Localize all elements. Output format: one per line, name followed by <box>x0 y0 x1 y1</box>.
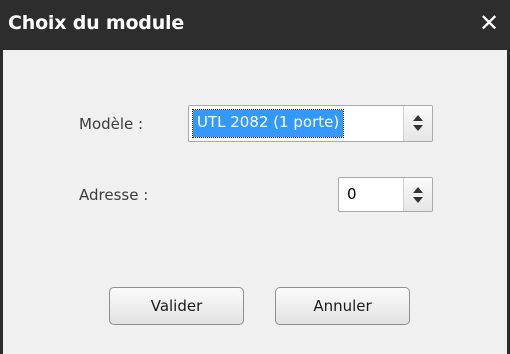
chevron-up-icon[interactable] <box>413 115 423 121</box>
chevron-up-icon[interactable] <box>413 187 423 193</box>
dialog-window: Choix du module ✕ Modèle : UTL 2082 (1 p… <box>0 0 510 354</box>
model-spin-arrows[interactable] <box>403 106 432 141</box>
cancel-button[interactable]: Annuler <box>275 287 410 325</box>
model-value[interactable]: UTL 2082 (1 porte) <box>191 109 345 138</box>
address-spin-arrows[interactable] <box>403 178 432 211</box>
dialog-title: Choix du module <box>8 12 185 34</box>
title-bar: Choix du module ✕ <box>0 0 510 50</box>
model-label: Modèle : <box>79 115 144 133</box>
model-spinbox[interactable]: UTL 2082 (1 porte) <box>188 105 433 142</box>
address-spinbox[interactable]: 0 <box>338 177 433 212</box>
address-label: Adresse : <box>79 186 149 204</box>
address-value[interactable]: 0 <box>343 182 361 207</box>
chevron-down-icon[interactable] <box>413 125 423 131</box>
validate-button[interactable]: Valider <box>109 287 244 325</box>
chevron-down-icon[interactable] <box>413 197 423 203</box>
close-icon[interactable]: ✕ <box>476 8 502 38</box>
